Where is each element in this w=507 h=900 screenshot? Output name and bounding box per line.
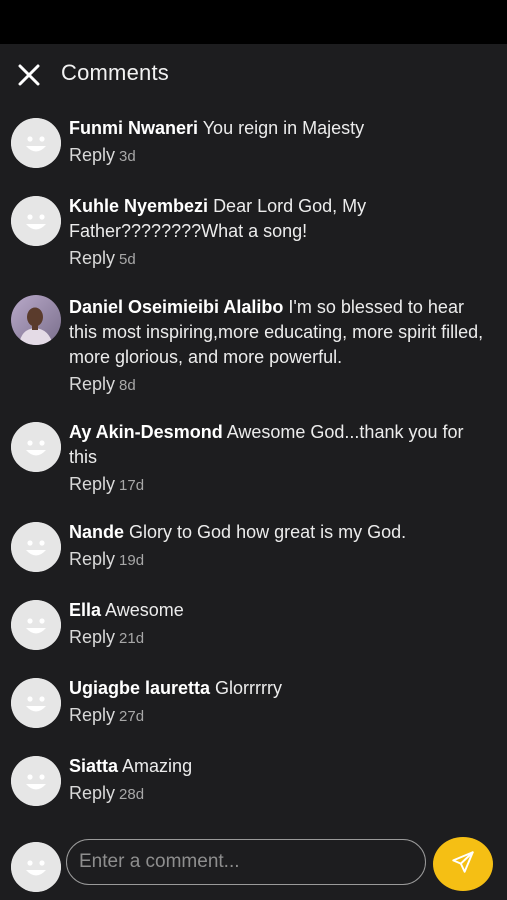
smiley-avatar-icon (11, 422, 61, 472)
smiley-avatar-icon (11, 678, 61, 728)
comment-meta: Reply 21d (69, 625, 489, 651)
avatar[interactable] (11, 600, 61, 650)
page-title: Comments (61, 60, 169, 85)
current-user-avatar (11, 842, 61, 892)
reply-button[interactable]: Reply (69, 705, 115, 725)
comment-meta: Reply 8d (69, 372, 489, 398)
comment-age: 28d (119, 786, 145, 803)
comment-body: Daniel Oseimieibi Alalibo I'm so blessed… (69, 295, 489, 398)
send-button[interactable] (433, 837, 493, 891)
comment-meta: Reply 19d (69, 547, 489, 573)
avatar[interactable] (11, 522, 61, 572)
comment-text: Amazing (122, 756, 193, 776)
user-photo-avatar (11, 295, 61, 345)
avatar[interactable] (11, 295, 61, 345)
comment-author[interactable]: Ugiagbe lauretta (69, 678, 210, 698)
comment-age: 19d (119, 552, 145, 569)
smiley-avatar-icon (11, 842, 61, 892)
reply-button[interactable]: Reply (69, 374, 115, 394)
comment-body: Siatta Amazing Reply 28d (69, 754, 489, 807)
comment-age: 17d (119, 477, 145, 494)
comment-age: 8d (119, 377, 136, 394)
close-icon (18, 64, 40, 91)
comment-age: 21d (119, 630, 145, 647)
smiley-avatar-icon (11, 118, 61, 168)
reply-button[interactable]: Reply (69, 783, 115, 803)
comment-text: Glorrrrry (215, 678, 283, 698)
avatar[interactable] (11, 422, 61, 472)
comment-body: Funmi Nwaneri You reign in Majesty Reply… (69, 116, 489, 169)
comment-composer (0, 834, 507, 900)
comment-input[interactable] (66, 839, 426, 885)
comment-age: 27d (119, 708, 145, 725)
comment-author[interactable]: Nande (69, 522, 124, 542)
comment-age: 5d (119, 251, 136, 268)
reply-button[interactable]: Reply (69, 145, 115, 165)
smiley-avatar-icon (11, 522, 61, 572)
reply-button[interactable]: Reply (69, 627, 115, 647)
comment-author[interactable]: Ella (69, 600, 101, 620)
smiley-avatar-icon (11, 196, 61, 246)
comment-author[interactable]: Daniel Oseimieibi Alalibo (69, 297, 283, 317)
smiley-avatar-icon (11, 756, 61, 806)
comment-meta: Reply 28d (69, 781, 489, 807)
comment-body: Ay Akin-Desmond Awesome God...thank you … (69, 420, 489, 498)
comment-author[interactable]: Siatta (69, 756, 118, 776)
comment-author[interactable]: Ay Akin-Desmond (69, 422, 223, 442)
reply-button[interactable]: Reply (69, 474, 115, 494)
avatar[interactable] (11, 118, 61, 168)
comment-text: You reign in Majesty (202, 118, 365, 138)
comment-author[interactable]: Funmi Nwaneri (69, 118, 198, 138)
comment-body: Ugiagbe lauretta Glorrrrry Reply 27d (69, 676, 489, 729)
comment-body: Ella Awesome Reply 21d (69, 598, 489, 651)
send-icon (450, 849, 476, 880)
comment-meta: Reply 27d (69, 703, 489, 729)
avatar[interactable] (11, 196, 61, 246)
smiley-avatar-icon (11, 600, 61, 650)
comment-meta: Reply 5d (69, 246, 429, 272)
comments-header: Comments (0, 44, 507, 106)
comment-body: Kuhle Nyembezi Dear Lord God, My Father?… (69, 194, 429, 272)
avatar[interactable] (11, 756, 61, 806)
close-button[interactable] (14, 62, 44, 92)
comment-meta: Reply 17d (69, 472, 489, 498)
comment-text: Awesome (105, 600, 184, 620)
comment-text: Glory to God how great is my God. (129, 522, 407, 542)
comments-panel: Comments Funmi Nwaneri You reign in Maje… (0, 44, 507, 900)
comment-body: Nande Glory to God how great is my God. … (69, 520, 489, 573)
comment-meta: Reply 3d (69, 143, 489, 169)
reply-button[interactable]: Reply (69, 549, 115, 569)
reply-button[interactable]: Reply (69, 248, 115, 268)
status-bar (0, 0, 507, 44)
comment-author[interactable]: Kuhle Nyembezi (69, 196, 208, 216)
comment-age: 3d (119, 148, 136, 165)
avatar[interactable] (11, 678, 61, 728)
